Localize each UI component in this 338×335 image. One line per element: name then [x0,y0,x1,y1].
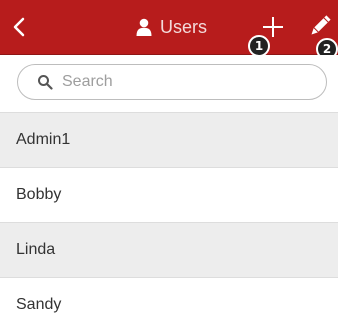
user-list-item-bobby[interactable]: Bobby [0,167,338,222]
pencil-icon [311,15,331,35]
search-icon [38,75,53,90]
page-title-text: Users [160,16,208,37]
user-icon [136,18,152,36]
app-header: Users [0,0,338,55]
user-list-item-sandy[interactable]: Sandy [0,277,338,332]
user-name: Admin1 [16,131,71,148]
back-button[interactable] [6,14,32,40]
edit-users-button[interactable] [307,13,333,39]
user-name: Linda [16,241,56,258]
chevron-left-icon [13,17,25,37]
user-list-item-linda[interactable]: Linda [0,222,338,277]
user-name: Bobby [16,186,62,203]
plus-icon [263,17,283,37]
search-input[interactable] [62,69,312,95]
search-bar [0,55,338,112]
page-title: Users [136,13,207,41]
user-name: Sandy [16,296,62,313]
user-list: Admin1 Bobby Linda Sandy [0,112,338,332]
callout-badge-1: 1 [248,35,270,57]
search-field[interactable] [17,64,327,100]
user-list-item-admin1[interactable]: Admin1 [0,112,338,167]
